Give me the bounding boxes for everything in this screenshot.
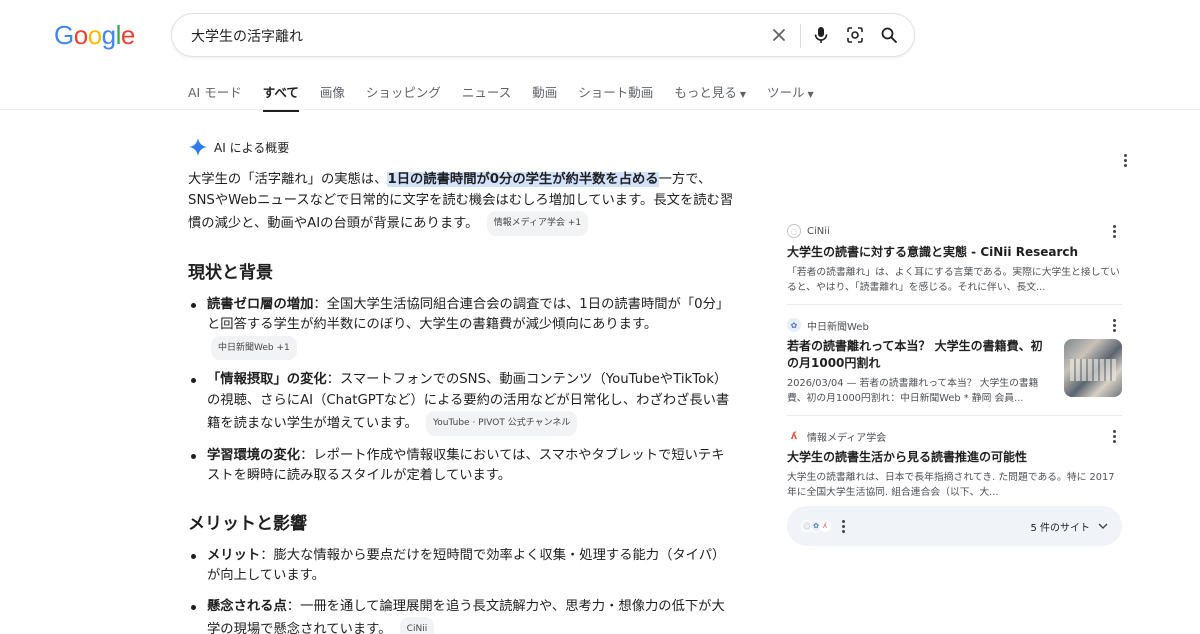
section-heading: 現状と背景 [188, 262, 273, 283]
show-all-sites-button[interactable]: ◌ ✿ ʎ 5 件のサイト [787, 506, 1122, 546]
lens-icon[interactable] [844, 24, 866, 46]
tab-more[interactable]: もっと見る ▼ [674, 82, 746, 112]
ai-overview-intro: 大学生の「活字離れ」の実態は、1日の読書時間が0分の学生が約半数を占める一方で、… [188, 170, 736, 236]
search-tabs: AI モード すべて 画像 ショッピング ニュース 動画 ショート動画 もっと見… [188, 82, 835, 112]
list-item: 「情報摂取」の変化：スマートフォンでのSNS、動画コンテンツ（YouTubeやT… [188, 370, 736, 436]
header-divider [0, 109, 1200, 110]
cinii-favicon-icon: ◌ [787, 224, 801, 238]
more-options-icon[interactable] [1113, 430, 1116, 443]
search-divider [800, 24, 801, 48]
source-chip[interactable]: YouTube · PIVOT 公式チャンネル [426, 411, 578, 436]
tab-images[interactable]: 画像 [320, 82, 345, 112]
gemini-sparkle-icon [189, 138, 207, 156]
caret-down-icon: ▼ [739, 90, 746, 99]
more-options-icon[interactable] [1113, 319, 1116, 332]
tab-tools[interactable]: ツール ▼ [767, 82, 814, 112]
bullet-list: メリット：膨大な情報から要点だけを短時間で効率よく収集・処理する能力（タイパ）が… [188, 546, 736, 634]
microphone-icon[interactable] [810, 24, 832, 46]
search-box[interactable]: 大学生の活字離れ [171, 13, 915, 57]
source-card[interactable]: ʎ 情報メディア学会 大学生の読書生活から見る読書推進の可能性 大学生の読書離れ… [787, 416, 1122, 509]
tab-news[interactable]: ニュース [462, 82, 511, 112]
more-sites-label: 5 件のサイト [1030, 522, 1090, 534]
source-chip[interactable]: 中日新聞Web +1 [211, 335, 297, 360]
source-site-name: 情報メディア学会 [807, 432, 887, 444]
section-heading: メリットと影響 [188, 513, 307, 534]
clear-icon[interactable] [768, 24, 790, 46]
source-title[interactable]: 大学生の読書に対する意識と実態 - CiNii Research [787, 244, 1122, 261]
tab-short-videos[interactable]: ショート動画 [578, 82, 653, 112]
jsims-favicon-icon: ʎ [790, 430, 798, 442]
source-card[interactable]: ◌ CiNii 大学生の読書に対する意識と実態 - CiNii Research… [787, 219, 1122, 305]
logo-letter: o [73, 20, 88, 50]
source-chip[interactable]: 情報メディア学会 +1 [486, 211, 589, 236]
more-options-icon[interactable] [842, 519, 845, 533]
source-title[interactable]: 若者の読書離れって本当？ 大学生の書籍費、初の月1000円割れ [787, 338, 1050, 372]
source-site-name: 中日新聞Web [807, 321, 869, 333]
highlighted-text: 1日の読書時間が0分の学生が約半数を占める [387, 172, 659, 187]
logo-letter: e [120, 20, 135, 50]
tab-shopping[interactable]: ショッピング [366, 82, 441, 112]
tab-videos[interactable]: 動画 [532, 82, 557, 112]
google-logo[interactable]: Google [54, 20, 135, 51]
logo-letter: g [101, 20, 116, 50]
list-item: メリット：膨大な情報から要点だけを短時間で効率よく収集・処理する能力（タイパ）が… [188, 546, 736, 587]
list-item: 学習環境の変化：レポート作成や情報収集においては、スマホやタブレットで短いテキス… [188, 446, 736, 487]
search-icon[interactable] [878, 24, 900, 46]
bullet-list: 読書ゼロ層の増加：全国大学生活協同組合連合会の調査では、1日の読書時間が「0分」… [188, 295, 736, 487]
source-cards: ◌ CiNii 大学生の読書に対する意識と実態 - CiNii Research… [787, 219, 1122, 509]
more-options-icon[interactable] [1124, 142, 1127, 167]
caret-down-icon: ▼ [807, 90, 814, 99]
ai-overview-header: AI による概要 [188, 137, 289, 157]
source-title[interactable]: 大学生の読書生活から見る読書推進の可能性 [787, 449, 1122, 466]
ai-overview-title: AI による概要 [214, 140, 290, 155]
tab-all[interactable]: すべて [262, 82, 299, 112]
source-card[interactable]: ✿ 中日新聞Web 若者の読書離れって本当？ 大学生の書籍費、初の月1000円割… [787, 305, 1122, 416]
source-snippet: 大学生の読書離れは、日本で長年指摘されてき. た問題である。特に 2017 年に… [787, 472, 1115, 498]
tab-ai-mode[interactable]: AI モード [188, 82, 242, 112]
logo-letter: o [87, 20, 102, 50]
chevron-down-icon [1098, 523, 1108, 529]
logo-letter: G [54, 20, 74, 50]
ai-overview-content: 大学生の「活字離れ」の実態は、1日の読書時間が0分の学生が約半数を占める一方で、… [188, 170, 736, 634]
news-thumbnail-image[interactable] [1064, 339, 1122, 397]
more-options-icon[interactable] [1113, 225, 1116, 238]
list-item: 読書ゼロ層の増加：全国大学生活協同組合連合会の調査では、1日の読書時間が「0分」… [188, 295, 736, 360]
jsims-favicon-icon: ʎ [819, 520, 831, 532]
source-snippet: 「若者の読書離れ」は、よく耳にする言葉である。実際に大学生と接していると、やはり… [787, 267, 1120, 293]
search-input[interactable]: 大学生の活字離れ [191, 26, 303, 46]
list-item: 懸念される点：一冊を通して論理展開を追う長文読解力や、思考力・想像力の低下が大学… [188, 597, 736, 634]
source-site-name: CiNii [807, 225, 830, 237]
chunichi-favicon-icon: ✿ [787, 318, 801, 332]
source-chip[interactable]: CiNii [399, 617, 435, 634]
source-snippet: 2026/03/04 — 若者の読書離れって本当？ 大学生の書籍費、初の月100… [787, 378, 1039, 404]
site-favicons: ◌ ✿ ʎ [801, 520, 831, 532]
